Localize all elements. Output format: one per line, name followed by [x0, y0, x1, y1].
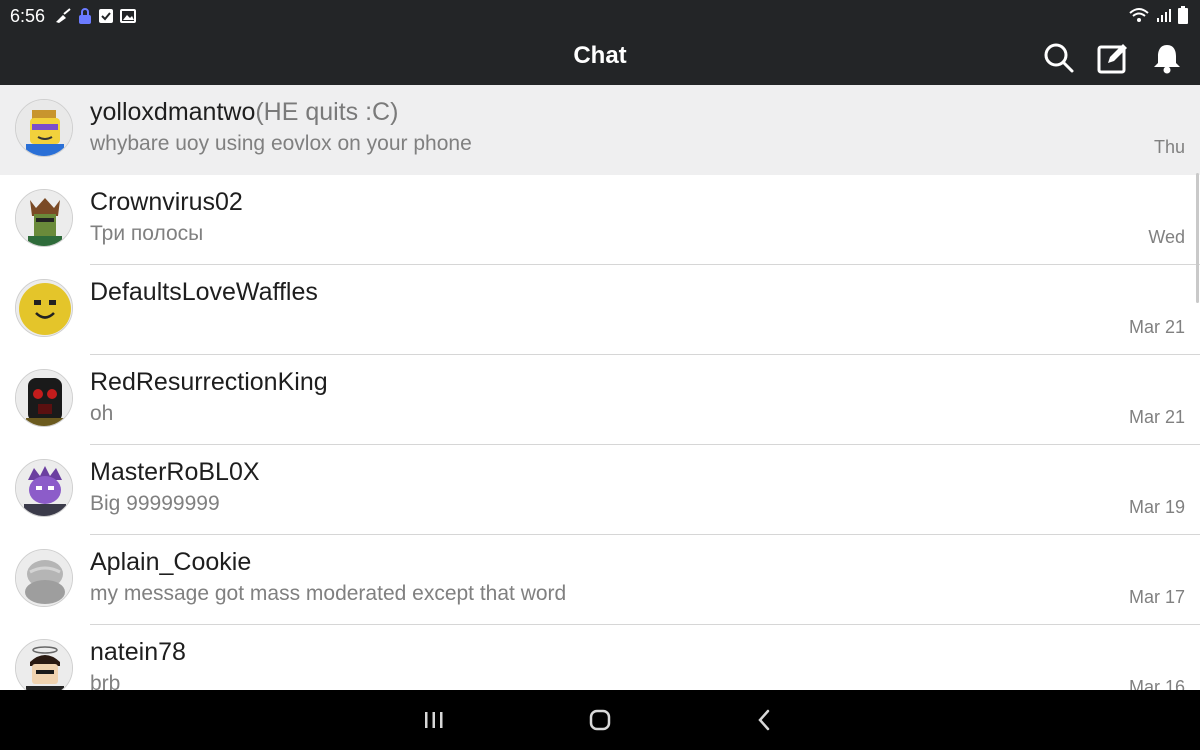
- chat-time: Mar 17: [1128, 587, 1185, 607]
- image-icon: [120, 9, 136, 23]
- chat-preview: Три полосы: [90, 222, 204, 245]
- avatar: [15, 99, 73, 157]
- compose-button[interactable]: [1096, 39, 1130, 77]
- chat-name: RedResurrectionKing: [90, 368, 328, 397]
- home-button[interactable]: [580, 704, 620, 736]
- chat-time: Mar 21: [1128, 407, 1185, 427]
- chat-username: Crownvirus02: [90, 188, 243, 216]
- chat-display-name: (HE quits :C): [255, 98, 399, 126]
- page-title: Chat: [573, 42, 627, 69]
- status-time: 6:56: [10, 6, 46, 26]
- notifications-button[interactable]: [1150, 39, 1184, 77]
- chat-username: RedResurrectionKing: [90, 368, 328, 396]
- chat-name: DefaultsLoveWaffles: [90, 278, 318, 307]
- chat-preview: oh: [90, 402, 114, 425]
- avatar: [15, 369, 73, 427]
- chat-preview: Big 99999999: [90, 492, 220, 515]
- compose-icon: [1097, 44, 1127, 74]
- avatar: [15, 639, 73, 690]
- chat-preview: whybare uoy using eovlox on your phone: [90, 132, 472, 155]
- chat-row[interactable]: RedResurrectionKing oh Mar 21: [0, 355, 1200, 445]
- signal-icon: [1157, 9, 1171, 22]
- lock-icon: [79, 8, 91, 24]
- chat-row[interactable]: Aplain_Cookie my message got mass modera…: [0, 535, 1200, 625]
- chat-list[interactable]: yolloxdmantwo(HE quits :C) whybare uoy u…: [0, 85, 1200, 690]
- home-icon: [589, 709, 611, 731]
- bell-icon: [1154, 45, 1180, 74]
- avatar: [15, 189, 73, 247]
- chat-time: Mar 19: [1128, 497, 1185, 517]
- battery-icon: [1178, 6, 1188, 24]
- checkbox-icon: [99, 9, 113, 23]
- search-button[interactable]: [1042, 39, 1076, 77]
- avatar: [15, 279, 73, 337]
- scrollbar[interactable]: [1196, 173, 1199, 303]
- status-system-icons: [1128, 6, 1188, 24]
- chat-name: Crownvirus02: [90, 188, 243, 217]
- chat-name: Aplain_Cookie: [90, 548, 251, 577]
- chat-preview: brb: [90, 672, 121, 690]
- chat-row[interactable]: yolloxdmantwo(HE quits :C) whybare uoy u…: [0, 85, 1200, 175]
- status-bar: 6:56: [0, 0, 1200, 32]
- chat-username: DefaultsLoveWaffles: [90, 278, 318, 306]
- chat-time: Wed: [1148, 227, 1185, 247]
- chat-row[interactable]: Crownvirus02 Три полосы Wed: [0, 175, 1200, 265]
- chat-time: Mar 16: [1128, 677, 1185, 690]
- chat-username: natein78: [90, 638, 186, 666]
- system-nav-bar: [0, 690, 1200, 750]
- app-bar-actions: [1042, 39, 1184, 77]
- recent-apps-button[interactable]: [414, 704, 454, 736]
- recent-apps-icon: [425, 712, 443, 728]
- chat-username: yolloxdmantwo: [90, 98, 256, 126]
- chat-name: natein78: [90, 638, 186, 667]
- chat-time: Thu: [1153, 137, 1185, 157]
- chat-username: MasterRoBL0X: [90, 458, 260, 486]
- chat-time: Mar 21: [1128, 317, 1185, 337]
- wifi-icon: [1129, 8, 1149, 22]
- status-notification-icons: [54, 7, 136, 25]
- chat-preview: my message got mass moderated except tha…: [90, 582, 567, 605]
- back-icon: [758, 709, 770, 731]
- search-icon: [1044, 43, 1074, 73]
- app-bar: Chat: [0, 32, 1200, 85]
- broom-icon: [56, 8, 71, 23]
- back-button[interactable]: [744, 704, 784, 736]
- avatar: [15, 549, 73, 607]
- avatar: [15, 459, 73, 517]
- chat-name: MasterRoBL0X: [90, 458, 260, 487]
- chat-row[interactable]: natein78 brb Mar 16: [0, 625, 1200, 690]
- chat-name: yolloxdmantwo(HE quits :C): [90, 98, 398, 127]
- chat-row[interactable]: DefaultsLoveWaffles Mar 21: [0, 265, 1200, 355]
- chat-username: Aplain_Cookie: [90, 548, 252, 576]
- chat-row[interactable]: MasterRoBL0X Big 99999999 Mar 19: [0, 445, 1200, 535]
